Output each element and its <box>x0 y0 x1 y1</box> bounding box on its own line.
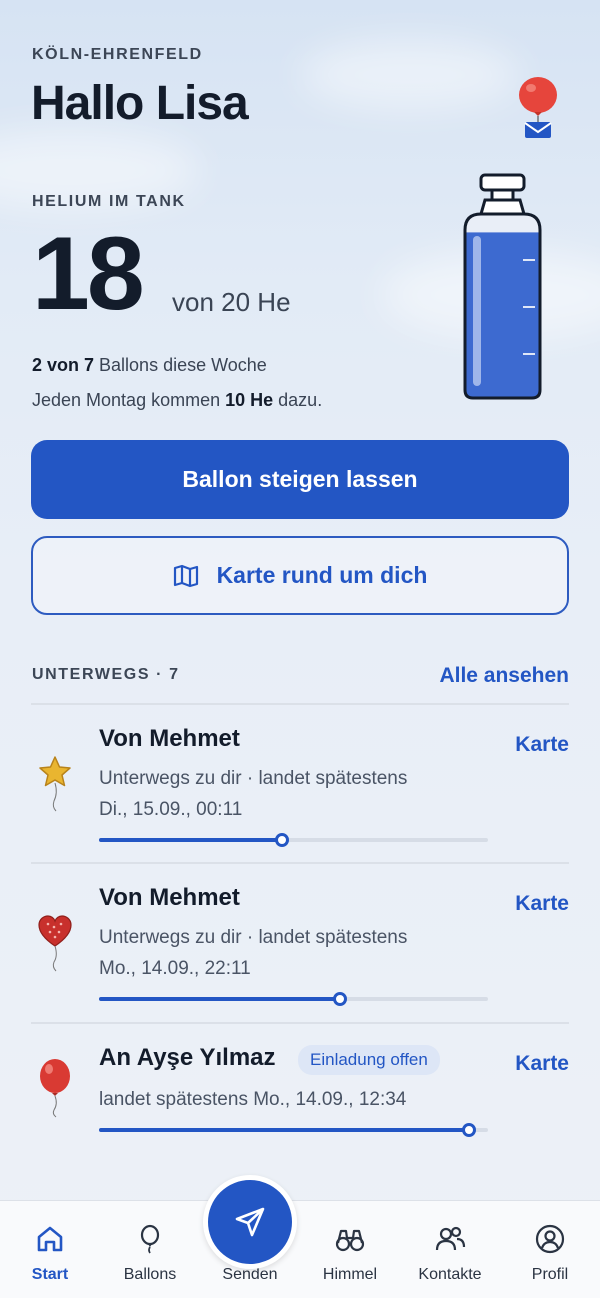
progress-knob <box>461 1123 476 1137</box>
tab-himmel[interactable]: Himmel <box>300 1201 400 1298</box>
helium-tank-icon <box>463 173 542 400</box>
tab-bar: Start Ballons Senden Himmel Kontakte Pro… <box>0 1200 600 1298</box>
launch-balloon-label: Ballon steigen lassen <box>182 466 418 492</box>
map-button[interactable]: Karte rund um dich <box>31 536 569 615</box>
list-item[interactable]: An Ayşe Yılmaz Einladung offen Karte lan… <box>31 1024 569 1182</box>
heart-balloon-icon <box>38 915 72 972</box>
tab-label: Himmel <box>322 1266 378 1283</box>
red-balloon-icon <box>40 1059 70 1118</box>
progress-track <box>99 833 488 847</box>
balloon-icon <box>140 1224 160 1254</box>
send-button[interactable] <box>203 1175 297 1269</box>
map-button-label: Karte rund um dich <box>216 562 428 588</box>
binoculars-icon <box>335 1229 365 1252</box>
item-date: Di., 15.09., 00:11 <box>99 799 243 820</box>
item-map-link[interactable]: Karte <box>515 1052 569 1076</box>
progress-knob <box>333 992 348 1006</box>
profile-icon <box>535 1224 565 1254</box>
page-title: Hallo Lisa <box>31 77 249 130</box>
item-title: An Ayşe Yılmaz <box>99 1044 276 1071</box>
item-date: landet spätestens Mo., 14.09., 12:34 <box>99 1089 407 1110</box>
list-item[interactable]: Von Mehmet Karte Unterwegs zu dir · land… <box>31 705 569 863</box>
helium-value: 18 <box>32 216 145 332</box>
tab-ballons[interactable]: Ballons <box>100 1201 200 1298</box>
progress-track <box>99 992 488 1006</box>
invitation-badge: Einladung offen <box>298 1045 440 1075</box>
balloon-mail-icon[interactable] <box>514 76 564 138</box>
tab-label: Kontakte <box>418 1266 482 1283</box>
tab-start[interactable]: Start <box>0 1201 100 1298</box>
location-label: KÖLN-EHRENFELD <box>32 46 203 63</box>
item-title: Von Mehmet <box>99 884 240 911</box>
item-title: Von Mehmet <box>99 725 240 752</box>
item-status: Unterwegs zu dir · landet spätestens <box>99 927 408 948</box>
item-map-link[interactable]: Karte <box>515 733 569 757</box>
progress-fill <box>99 997 341 1001</box>
tab-kontakte[interactable]: Kontakte <box>400 1201 500 1298</box>
map-icon <box>173 564 198 587</box>
tab-label: Profil <box>531 1266 569 1283</box>
helium-unit: von 20 He <box>172 287 291 317</box>
weekly-balloons: 2 von 7 Ballons diese Woche <box>32 355 267 375</box>
item-status: Unterwegs zu dir · landet spätestens <box>99 768 408 789</box>
list-item[interactable]: Von Mehmet Karte Unterwegs zu dir · land… <box>31 864 569 1022</box>
tab-label: Start <box>31 1266 69 1283</box>
launch-balloon-button[interactable]: Ballon steigen lassen <box>31 440 569 519</box>
progress-track <box>99 1123 488 1137</box>
progress-fill <box>99 838 282 842</box>
item-map-link[interactable]: Karte <box>515 892 569 916</box>
send-icon <box>235 1207 265 1237</box>
tank-fill-level <box>465 232 540 398</box>
tab-profil[interactable]: Profil <box>500 1201 600 1298</box>
contacts-icon <box>435 1226 466 1251</box>
progress-knob <box>274 833 289 847</box>
star-balloon-icon <box>39 756 71 812</box>
progress-fill <box>99 1128 469 1132</box>
see-all-link[interactable]: Alle ansehen <box>439 664 569 688</box>
tab-label: Ballons <box>123 1266 177 1283</box>
section-title: UNTERWEGS · 7 <box>32 666 180 683</box>
item-date: Mo., 14.09., 22:11 <box>99 958 251 979</box>
home-icon <box>37 1226 63 1252</box>
helium-label: HELIUM IM TANK <box>32 193 186 210</box>
refill-info: Jeden Montag kommen 10 He dazu. <box>32 390 323 410</box>
